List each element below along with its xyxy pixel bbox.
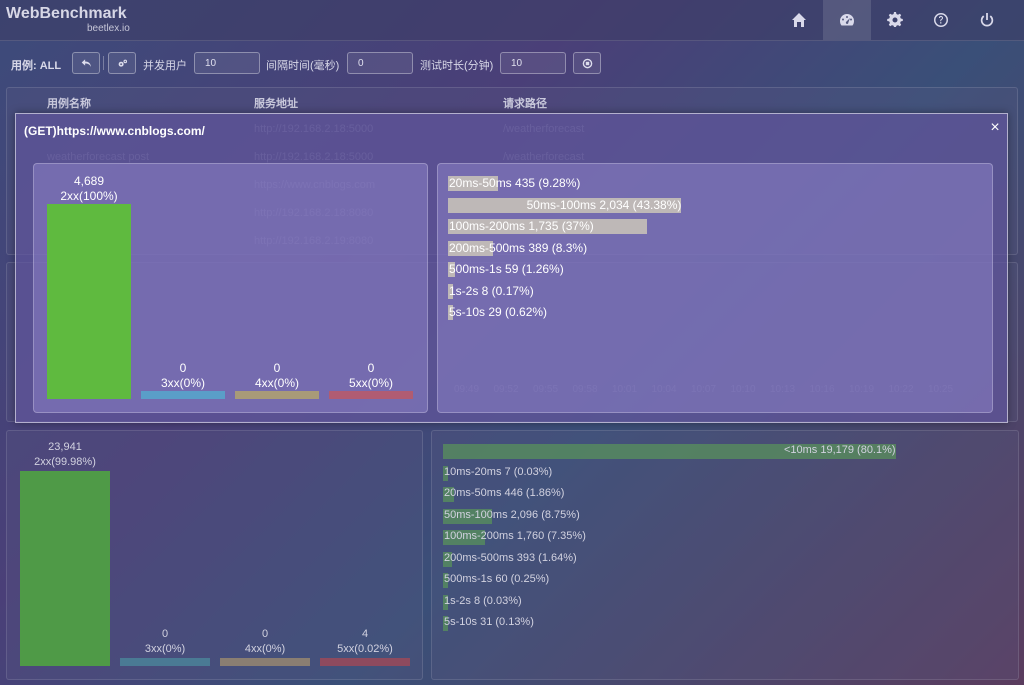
status-label: 2xx(99.98%) <box>34 456 96 469</box>
status-label: 3xx(0%) <box>144 643 186 655</box>
status-bar-2xx <box>47 204 131 399</box>
range-label: 100ms-200ms 1,735 (37%) <box>449 219 594 233</box>
range-label: 1s-2s 8 (0.03%) <box>444 594 522 607</box>
status-bar-4xx <box>220 658 310 666</box>
detail-modal: (GET)https://www.cnblogs.com/ × 4,689 2xx… <box>15 113 1008 423</box>
range-label: 5s-10s 31 (0.13%) <box>444 616 534 628</box>
status-bar-5xx <box>329 391 413 399</box>
status-label: 2xx(100%) <box>60 189 118 203</box>
range-label: 200ms-500ms 393 (1.64%) <box>444 551 577 564</box>
status-count: 23,941 <box>48 441 82 454</box>
nav-settings-button[interactable] <box>871 0 919 40</box>
range-label: 10ms-20ms 7 (0.03%) <box>444 465 553 478</box>
status-bar-3xx <box>120 658 210 666</box>
status-count: 0 <box>179 361 187 375</box>
close-icon[interactable]: × <box>986 118 1004 138</box>
toolbar-divider <box>103 56 104 70</box>
nav-help-button[interactable] <box>917 0 965 40</box>
table-header-server: 服务地址 <box>254 98 298 110</box>
range-label: 50ms-100ms 2,034 (43.38%) <box>526 197 682 212</box>
status-count: 4 <box>361 628 369 640</box>
settings-button[interactable] <box>108 52 136 74</box>
home-icon <box>792 13 806 27</box>
range-label: 20ms-50ms 435 (9.28%) <box>449 176 581 190</box>
nav-home-button[interactable] <box>775 0 823 40</box>
range-label: 200ms-500ms 389 (8.3%) <box>449 240 588 255</box>
range-label: 500ms-1s 59 (1.26%) <box>449 262 564 276</box>
status-label: 4xx(0%) <box>254 376 299 390</box>
gears-icon <box>118 59 127 67</box>
status-label: 5xx(0%) <box>348 376 393 390</box>
status-count: 0 <box>261 628 269 640</box>
status-bar-2xx <box>20 471 110 666</box>
concurrent-users-input[interactable] <box>194 52 260 74</box>
interval-label: 间隔时间(毫秒) <box>266 60 340 72</box>
status-label: 4xx(0%) <box>244 643 286 655</box>
status-bar-5xx <box>320 658 410 666</box>
status-count: 4,689 <box>73 174 105 188</box>
status-label: 3xx(0%) <box>160 376 205 390</box>
range-label: <10ms 19,179 (80.1%) <box>783 444 896 456</box>
status-label: 5xx(0.02%) <box>337 643 393 655</box>
nav-power-button[interactable] <box>963 0 1011 40</box>
status-count: 0 <box>367 361 375 375</box>
stop-icon <box>582 58 592 68</box>
table-header-path: 请求路径 <box>503 98 547 110</box>
modal-title: (GET)https://www.cnblogs.com/ <box>24 124 205 138</box>
table-header-name: 用例名称 <box>47 98 91 110</box>
duration-label: 测试时长(分钟) <box>420 60 494 72</box>
concurrent-users-label: 并发用户 <box>143 60 187 72</box>
range-label: 5s-10s 29 (0.62%) <box>449 305 548 319</box>
interval-input[interactable] <box>347 52 413 74</box>
status-bar-4xx <box>235 391 319 399</box>
case-label: 用例: ALL <box>11 60 62 72</box>
range-label: 1s-2s 8 (0.17%) <box>449 283 534 298</box>
range-label: 50ms-100ms 2,096 (8.75%) <box>444 508 580 521</box>
status-bar-3xx <box>141 391 225 399</box>
undo-icon <box>81 58 91 67</box>
status-count: 0 <box>161 628 169 640</box>
range-label: 20ms-50ms 446 (1.86%) <box>444 487 565 499</box>
range-label: 100ms-200ms 1,760 (7.35%) <box>444 530 586 542</box>
duration-input[interactable] <box>500 52 566 74</box>
nav-dashboard-button[interactable] <box>823 0 871 40</box>
status-count: 0 <box>273 361 281 375</box>
back-button[interactable] <box>72 52 100 74</box>
power-icon <box>980 13 994 27</box>
help-icon <box>934 13 948 27</box>
dashboard-icon <box>839 14 855 26</box>
gear-icon <box>887 12 903 27</box>
stop-button[interactable] <box>573 52 601 74</box>
range-label: 500ms-1s 60 (0.25%) <box>444 573 550 585</box>
brand-title: WebBenchmark <box>6 5 127 22</box>
brand-subtitle: beetlex.io <box>87 23 130 34</box>
